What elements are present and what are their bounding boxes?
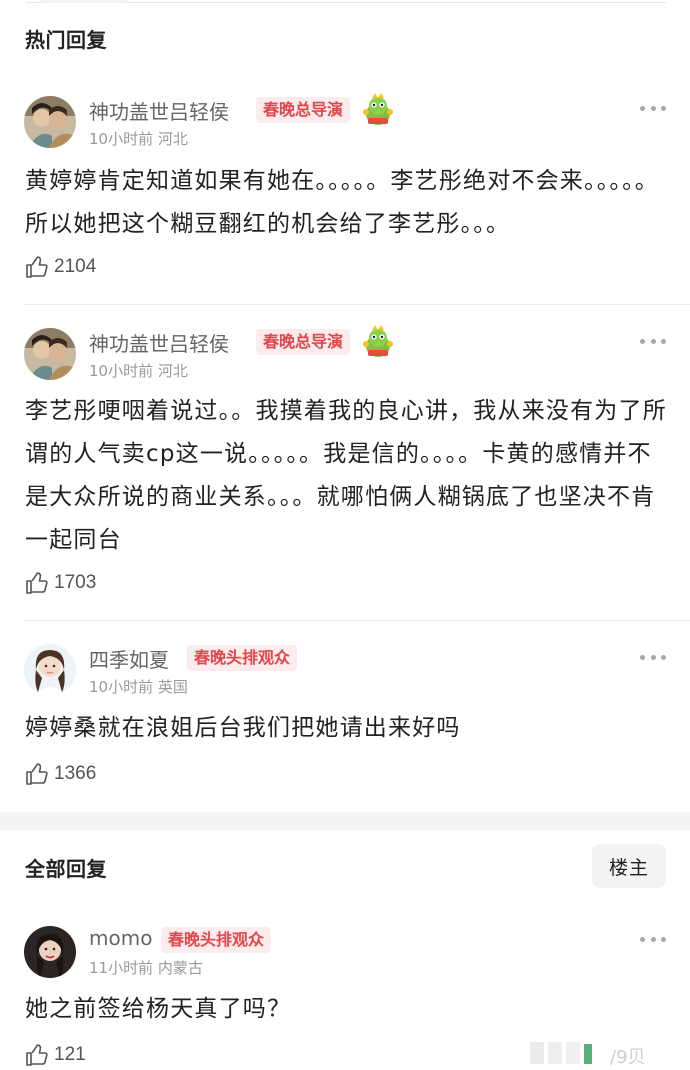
username[interactable]: momo — [89, 926, 152, 950]
hot-replies-title: 热门回复 — [25, 28, 107, 52]
reply-meta: 10小时前 英国 — [89, 676, 188, 697]
like-icon — [26, 572, 48, 594]
reply-time: 10小时前 — [89, 678, 154, 696]
reply-time: 10小时前 — [89, 130, 154, 148]
reply-text: 婷婷桑就在浪姐后台我们把她请出来好吗 — [25, 715, 461, 741]
more-icon[interactable] — [640, 653, 666, 661]
user-badge: 春晚头排观众 — [187, 645, 298, 671]
reply-location: 内蒙古 — [157, 959, 203, 977]
all-replies-title: 全部回复 — [25, 857, 107, 881]
reply-location: 河北 — [157, 130, 188, 148]
watermark-text: /9贝 — [610, 1047, 646, 1068]
owner-only-button[interactable]: 楼主 — [592, 844, 666, 888]
avatar[interactable] — [24, 926, 76, 978]
watermark-icon — [530, 1042, 592, 1064]
like-icon — [26, 1044, 48, 1066]
reply-time: 11小时前 — [89, 959, 154, 977]
user-badge: 春晚总导演 — [256, 329, 351, 355]
like-button[interactable]: 121 — [25, 1042, 86, 1068]
reply-location: 河北 — [157, 362, 188, 380]
sticker-icon — [360, 324, 396, 360]
avatar[interactable] — [24, 644, 76, 696]
reply-time: 10小时前 — [89, 362, 154, 380]
reply-meta: 11小时前 内蒙古 — [89, 957, 203, 978]
avatar[interactable] — [24, 96, 76, 148]
like-icon — [26, 256, 48, 278]
reply-location: 英国 — [157, 678, 188, 696]
reply-text: 她之前签给杨天真了吗？ — [25, 996, 292, 1022]
like-button[interactable]: 1703 — [25, 570, 96, 596]
sticker-icon — [360, 92, 396, 128]
like-button[interactable]: 2104 — [25, 254, 96, 280]
avatar[interactable] — [24, 328, 76, 380]
divider — [24, 304, 690, 305]
like-button[interactable]: 1366 — [25, 761, 96, 787]
divider — [24, 620, 690, 621]
like-count: 121 — [54, 1044, 86, 1065]
like-count: 2104 — [54, 256, 97, 277]
like-icon — [26, 763, 48, 785]
user-badge: 春晚头排观众 — [161, 927, 272, 953]
reply-text: 李艺彤哽咽着说过。。我摸着我的良心讲，我从来没有为了所谓的人气卖cp这一说。。。… — [25, 398, 667, 553]
username[interactable]: 四季如夏 — [89, 644, 169, 673]
like-count: 1366 — [54, 763, 97, 784]
more-icon[interactable] — [640, 337, 666, 345]
user-badge: 春晚总导演 — [256, 97, 351, 123]
reply-meta: 10小时前 河北 — [89, 360, 188, 381]
like-count: 1703 — [54, 572, 97, 593]
top-edge — [0, 0, 690, 4]
username[interactable]: 神功盖世吕轻侯 — [89, 328, 229, 357]
reply-text: 黄婷婷肯定知道如果有她在。。。。。李艺彤绝对不会来。。。。。所以她把这个糊豆翻红… — [25, 168, 659, 237]
more-icon[interactable] — [640, 935, 666, 943]
reply-meta: 10小时前 河北 — [89, 128, 188, 149]
username[interactable]: 神功盖世吕轻侯 — [89, 96, 229, 125]
more-icon[interactable] — [640, 104, 666, 112]
section-gap — [0, 812, 690, 830]
